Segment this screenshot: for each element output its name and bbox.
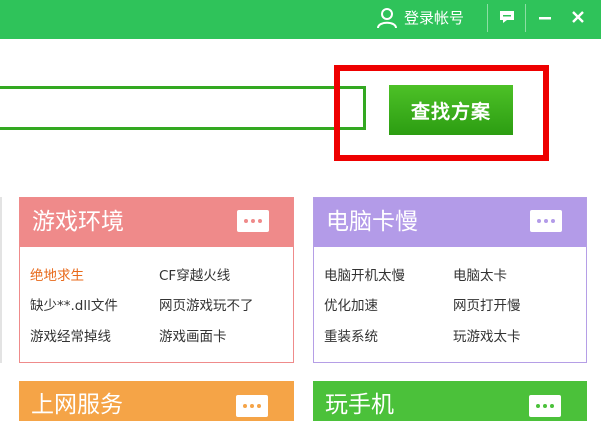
link-missing-dll[interactable]: 缺少**.dll文件: [30, 297, 118, 315]
more-dots-icon: [544, 219, 548, 223]
more-dots-icon: [537, 219, 541, 223]
link-game-lag[interactable]: 游戏画面卡: [159, 328, 227, 346]
search-box: [0, 86, 366, 130]
more-button[interactable]: [237, 210, 269, 232]
link-slow-boot[interactable]: 电脑开机太慢: [324, 267, 405, 285]
link-disconnect[interactable]: 游戏经常掉线: [30, 328, 111, 346]
search-input[interactable]: [0, 89, 363, 127]
more-dots-icon: [243, 404, 247, 408]
titlebar-divider: [487, 4, 488, 32]
minimize-icon: [538, 9, 552, 28]
card-game-environment: 游戏环境 绝地求生 CF穿越火线 缺少**.dll文件 网页游戏玩不了 游戏经常…: [19, 197, 294, 363]
more-dots-icon: [250, 404, 254, 408]
more-dots-icon: [551, 219, 555, 223]
more-button[interactable]: [530, 210, 562, 232]
more-dots-icon: [536, 404, 540, 408]
more-dots-icon: [258, 219, 262, 223]
link-pubg[interactable]: 绝地求生: [30, 267, 84, 285]
message-icon: [499, 9, 515, 28]
card-pc-slow: 电脑卡慢 电脑开机太慢 电脑太卡 优化加速 网页打开慢 重装系统 玩游戏太卡: [313, 197, 587, 363]
more-dots-icon: [251, 219, 255, 223]
link-reinstall[interactable]: 重装系统: [324, 328, 378, 346]
card-title: 游戏环境: [32, 209, 124, 235]
card-phone: 玩手机: [313, 381, 587, 421]
minimize-button[interactable]: [532, 4, 558, 32]
titlebar-divider: [525, 4, 526, 32]
title-bar: 登录帐号: [0, 0, 601, 39]
link-web-slow[interactable]: 网页打开慢: [453, 297, 521, 315]
more-dots-icon: [244, 219, 248, 223]
more-button[interactable]: [529, 395, 561, 417]
card-title: 电脑卡慢: [326, 209, 418, 235]
close-button[interactable]: [565, 4, 591, 32]
link-webgame[interactable]: 网页游戏玩不了: [159, 297, 254, 315]
card-title: 上网服务: [31, 392, 123, 418]
login-label: 登录帐号: [404, 9, 465, 27]
link-gaming-lag[interactable]: 玩游戏太卡: [453, 328, 521, 346]
link-optimize[interactable]: 优化加速: [324, 297, 378, 315]
link-pc-lag[interactable]: 电脑太卡: [453, 267, 507, 285]
login-account-link[interactable]: 登录帐号: [376, 6, 464, 30]
card-internet-service: 上网服务: [19, 381, 294, 421]
more-dots-icon: [550, 404, 554, 408]
message-button[interactable]: [494, 4, 520, 32]
card-header: 游戏环境: [20, 198, 293, 247]
more-dots-icon: [257, 404, 261, 408]
close-icon: [571, 9, 585, 28]
left-panel-edge: [0, 197, 2, 363]
user-icon: [376, 7, 398, 29]
more-dots-icon: [543, 404, 547, 408]
link-cf[interactable]: CF穿越火线: [159, 267, 230, 285]
card-header: 电脑卡慢: [314, 198, 586, 247]
highlight-frame: [334, 65, 549, 161]
card-title: 玩手机: [325, 392, 394, 418]
more-button[interactable]: [236, 395, 268, 417]
